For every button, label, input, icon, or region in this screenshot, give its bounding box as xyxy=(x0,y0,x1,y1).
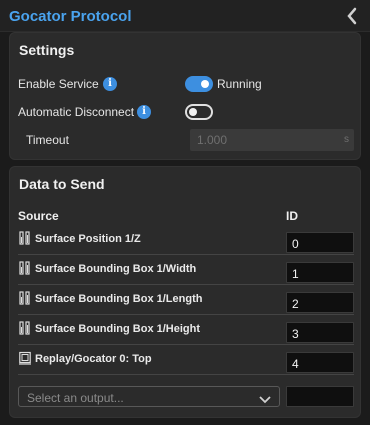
chevron-left-icon[interactable] xyxy=(345,6,359,26)
image-output-icon xyxy=(19,351,31,365)
list-item: Surface Position 1/Z 0 xyxy=(18,225,354,255)
chevron-down-icon xyxy=(259,392,271,404)
info-icon[interactable]: i xyxy=(137,105,151,119)
data-to-send-title: Data to Send xyxy=(19,176,105,192)
settings-title: Settings xyxy=(19,42,75,58)
timeout-unit: s xyxy=(344,134,349,145)
id-input[interactable]: 0 xyxy=(286,232,354,253)
source-column-header: Source xyxy=(18,209,59,223)
panel-title: Gocator Protocol xyxy=(9,8,132,25)
list-item: Replay/Gocator 0: Top 4 xyxy=(18,345,354,375)
service-status-text: Running xyxy=(217,77,262,91)
list-item: Surface Bounding Box 1/Width 1 xyxy=(18,255,354,285)
source-label: Surface Bounding Box 1/Length xyxy=(35,293,203,305)
auto-disconnect-label: Automatic Disconnect xyxy=(18,105,135,119)
id-value: 3 xyxy=(292,327,299,341)
timeout-value: 1.000 xyxy=(197,133,228,147)
select-placeholder: Select an output... xyxy=(27,391,124,405)
source-label: Surface Bounding Box 1/Width xyxy=(35,263,197,275)
list-item: Surface Bounding Box 1/Length 2 xyxy=(18,285,354,315)
auto-disconnect-toggle[interactable] xyxy=(185,104,213,120)
source-label: Replay/Gocator 0: Top xyxy=(35,353,152,365)
settings-panel: Settings Enable Service i Running Automa… xyxy=(9,32,361,160)
id-input[interactable]: 3 xyxy=(286,322,354,343)
enable-service-toggle[interactable] xyxy=(185,76,213,92)
list-item: Surface Bounding Box 1/Height 3 xyxy=(18,315,354,345)
measurement-icon xyxy=(19,231,31,245)
id-input[interactable]: 2 xyxy=(286,292,354,313)
id-value: 0 xyxy=(292,237,299,251)
id-input[interactable]: 4 xyxy=(286,352,354,373)
panel-header: Gocator Protocol xyxy=(0,0,370,32)
data-to-send-panel: Data to Send Source ID Surface Position … xyxy=(9,166,361,418)
source-label: Surface Bounding Box 1/Height xyxy=(35,323,201,335)
new-id-input[interactable] xyxy=(286,386,354,407)
id-column-header: ID xyxy=(286,209,298,223)
measurement-icon xyxy=(19,261,31,275)
measurement-icon xyxy=(19,321,31,335)
measurement-icon xyxy=(19,291,31,305)
timeout-label: Timeout xyxy=(26,133,69,147)
info-icon[interactable]: i xyxy=(103,77,117,91)
id-input[interactable]: 1 xyxy=(286,262,354,283)
enable-service-label: Enable Service xyxy=(18,77,99,91)
id-value: 4 xyxy=(292,357,299,371)
source-label: Surface Position 1/Z xyxy=(35,233,141,245)
id-value: 2 xyxy=(292,297,299,311)
timeout-input: 1.000 s xyxy=(190,129,354,151)
row-divider xyxy=(18,374,354,375)
id-value: 1 xyxy=(292,267,299,281)
output-select[interactable]: Select an output... xyxy=(18,386,280,407)
